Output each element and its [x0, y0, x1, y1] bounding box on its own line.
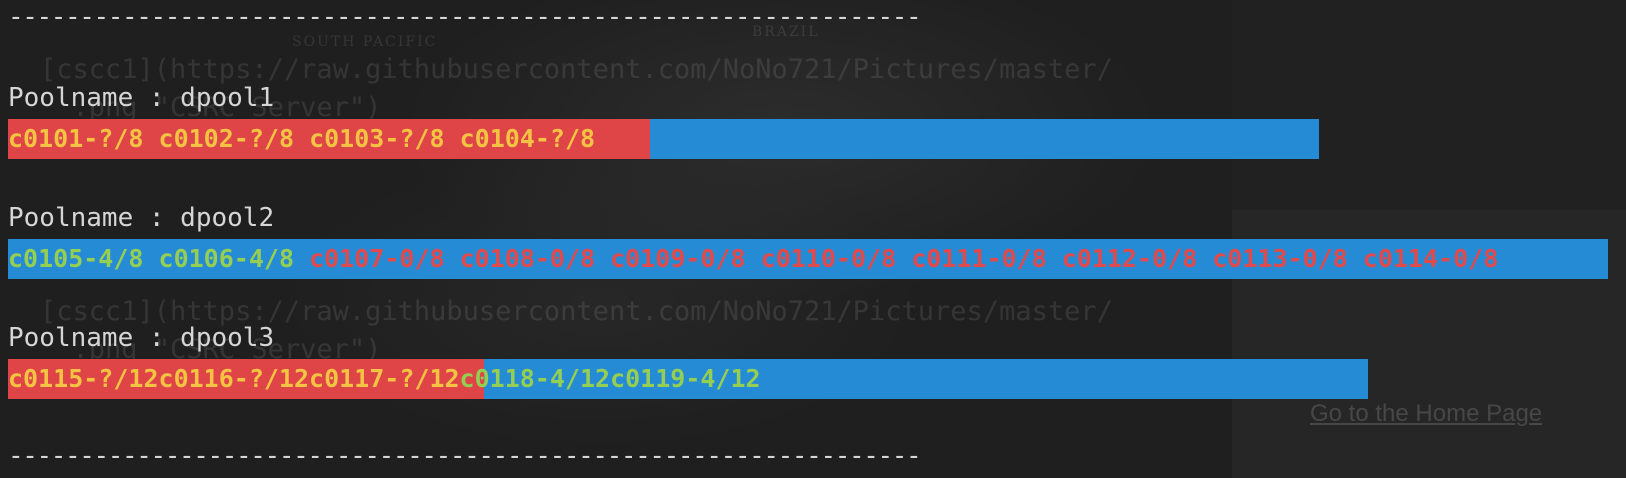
node-status-c0108: c0108-0/8 — [459, 244, 596, 273]
pool-label-dpool1: Poolname : dpool1 — [8, 83, 275, 113]
node-status-c0105: c0105-4/8 — [8, 244, 144, 273]
pool-label-dpool2: Poolname : dpool2 — [8, 203, 275, 233]
pool-label-dpool3: Poolname : dpool3 — [8, 323, 275, 353]
node-list: c0101-?/8 c0102-?/8 c0103-?/8 c0104-?/8 — [8, 119, 595, 159]
terminal-output: ----------------------------------------… — [0, 0, 1626, 478]
node-status-c0103: c0103-?/8 — [309, 124, 445, 153]
node-status-c0111: c0111-0/8 — [911, 244, 1047, 273]
separator-line: ----------------------------------------… — [8, 441, 922, 471]
pool-bar-dpool1: c0101-?/8 c0102-?/8 c0103-?/8 c0104-?/8 — [8, 119, 1319, 159]
node-status-c0113: c0113-0/8 — [1212, 244, 1348, 273]
node-status-c0106: c0106-4/8 — [158, 244, 294, 273]
node-status-c0104: c0104-?/8 — [459, 124, 596, 153]
node-list: c0105-4/8 c0106-4/8 c0107-0/8 c0108-0/8 … — [8, 239, 1498, 279]
pool-bar-dpool3: c0115-?/12c0116-?/12c0117-?/12c0118-4/12… — [8, 359, 1368, 399]
node-status-c0107: c0107-0/8 — [309, 244, 445, 273]
node-status-c0118: c0118-4/12 — [459, 364, 611, 393]
node-status-c0102: c0102-?/8 — [158, 124, 294, 153]
node-status-c0109: c0109-0/8 — [610, 244, 746, 273]
node-status-c0114: c0114-0/8 — [1362, 244, 1499, 273]
node-status-c0116: c0116-?/12 — [158, 364, 310, 393]
node-status-c0115: c0115-?/12 — [8, 364, 159, 393]
node-status-c0110: c0110-0/8 — [760, 244, 897, 273]
separator-line: ----------------------------------------… — [8, 2, 922, 32]
node-status-c0101: c0101-?/8 — [8, 124, 144, 153]
node-status-c0112: c0112-0/8 — [1061, 244, 1198, 273]
node-list: c0115-?/12c0116-?/12c0117-?/12c0118-4/12… — [8, 359, 761, 399]
node-status-c0117: c0117-?/12 — [309, 364, 460, 393]
pool-bar-dpool2: c0105-4/8 c0106-4/8 c0107-0/8 c0108-0/8 … — [8, 239, 1608, 279]
node-status-c0119: c0119-4/12 — [610, 364, 761, 393]
